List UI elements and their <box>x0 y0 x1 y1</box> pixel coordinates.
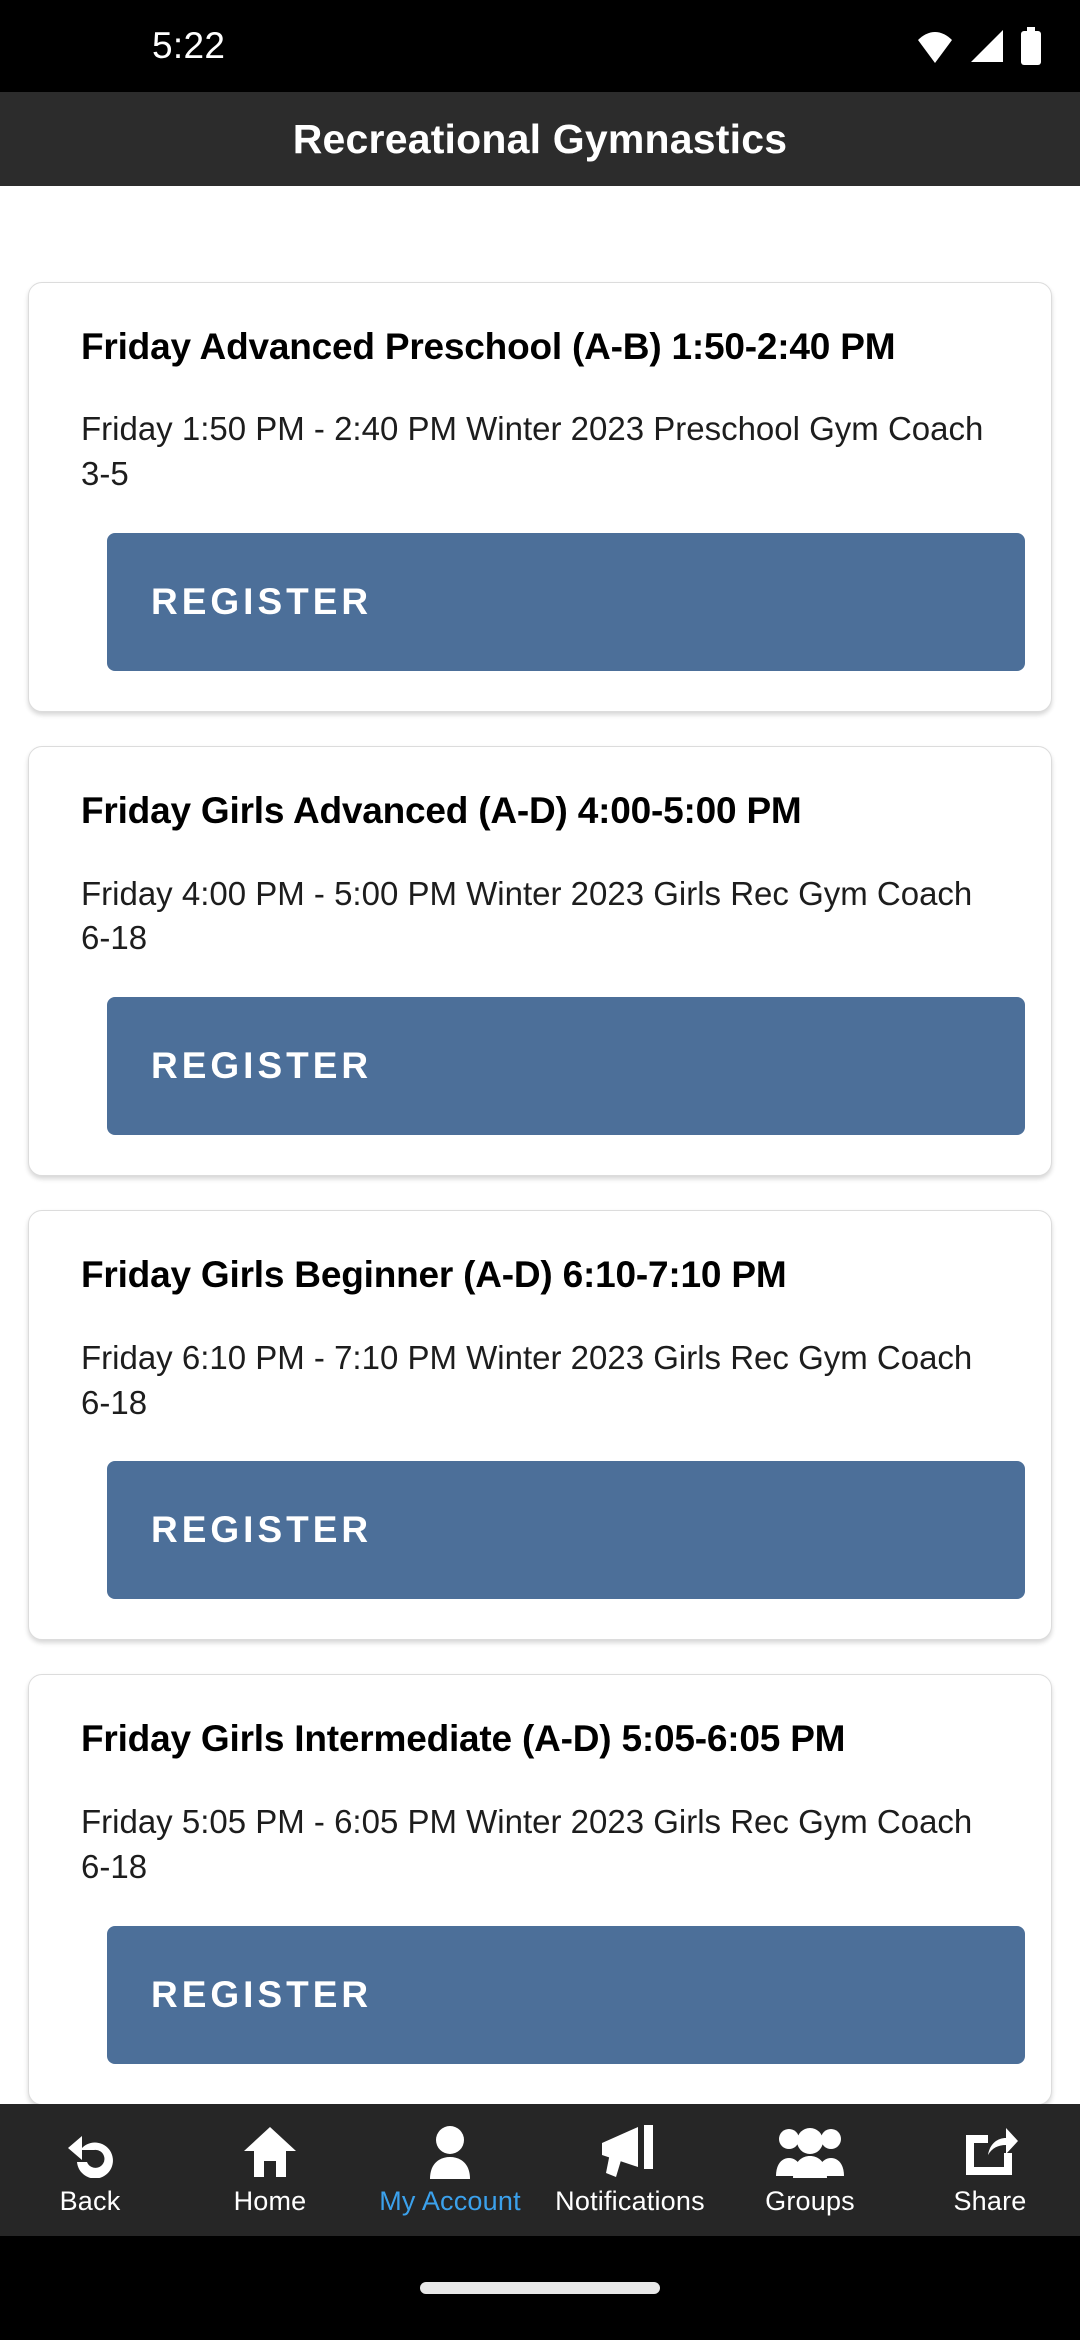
class-card[interactable]: Friday Advanced Preschool (A-B) 1:50-2:4… <box>28 282 1052 713</box>
class-title: Friday Girls Intermediate (A-D) 5:05-6:0… <box>81 1718 846 1760</box>
home-gesture-bar[interactable] <box>420 2282 660 2294</box>
status-bar-clock: 5:22 <box>152 25 226 66</box>
nav-item-back[interactable]: Back <box>0 2104 180 2236</box>
class-description: Friday 6:10 PM - 7:10 PM Winter 2023 Gir… <box>81 1338 973 1421</box>
class-card[interactable]: Friday Girls Intermediate (A-D) 5:05-6:0… <box>28 1674 1052 2105</box>
register-button[interactable]: REGISTER <box>107 533 1025 672</box>
status-bar: 5:22 <box>0 0 1080 92</box>
class-description: Friday 1:50 PM - 2:40 PM Winter 2023 Pre… <box>81 410 984 493</box>
register-button[interactable]: REGISTER <box>107 997 1025 1136</box>
nav-item-groups[interactable]: Groups <box>720 2104 900 2236</box>
share-icon <box>962 2124 1018 2180</box>
nav-label-notifications: Notifications <box>555 2185 705 2216</box>
nav-label-groups: Groups <box>765 2185 855 2216</box>
app-header-bar: Recreational Gymnastics <box>0 92 1080 186</box>
nav-label-home: Home <box>233 2185 307 2216</box>
nav-item-notifications[interactable]: Notifications <box>540 2104 720 2236</box>
class-list-scroll-area[interactable]: Friday Advanced Preschool (A-B) 1:50-2:4… <box>0 186 1080 2186</box>
class-description: Friday 5:05 PM - 6:05 PM Winter 2023 Gir… <box>81 1802 973 1885</box>
house-icon <box>242 2124 298 2180</box>
class-description: Friday 4:00 PM - 5:00 PM Winter 2023 Gir… <box>81 874 973 957</box>
nav-item-share[interactable]: Share <box>900 2104 1080 2236</box>
battery-icon <box>1020 27 1042 65</box>
status-bar-icons <box>916 27 1042 65</box>
class-card[interactable]: Friday Girls Beginner (A-D) 6:10-7:10 PM… <box>28 1210 1052 1641</box>
megaphone-icon <box>600 2124 660 2180</box>
bottom-navigation-bar: Back Home My Account Notifications Group… <box>0 2104 1080 2236</box>
class-title: Friday Girls Beginner (A-D) 6:10-7:10 PM <box>81 1254 787 1296</box>
register-button[interactable]: REGISTER <box>107 1461 1025 1600</box>
nav-item-my-account[interactable]: My Account <box>360 2104 540 2236</box>
register-button[interactable]: REGISTER <box>107 1925 1025 2064</box>
people-group-icon <box>775 2124 845 2180</box>
person-icon <box>426 2124 474 2180</box>
class-card[interactable]: Friday Girls Advanced (A-D) 4:00-5:00 PM… <box>28 746 1052 1177</box>
system-gesture-area <box>0 2236 1080 2340</box>
cellular-signal-icon <box>969 29 1005 63</box>
nav-label-my-account: My Account <box>379 2185 521 2216</box>
undo-arrow-icon <box>61 2124 119 2180</box>
nav-item-home[interactable]: Home <box>180 2104 360 2236</box>
phone-screen: 5:22 Recreational Gymnastics Friday Adva… <box>0 0 1080 2340</box>
wifi-icon <box>916 29 954 63</box>
nav-label-back: Back <box>59 2185 121 2216</box>
nav-label-share: Share <box>953 2185 1027 2216</box>
class-title: Friday Advanced Preschool (A-B) 1:50-2:4… <box>81 326 896 367</box>
class-title: Friday Girls Advanced (A-D) 4:00-5:00 PM <box>81 790 802 832</box>
page-title: Recreational Gymnastics <box>292 115 788 162</box>
